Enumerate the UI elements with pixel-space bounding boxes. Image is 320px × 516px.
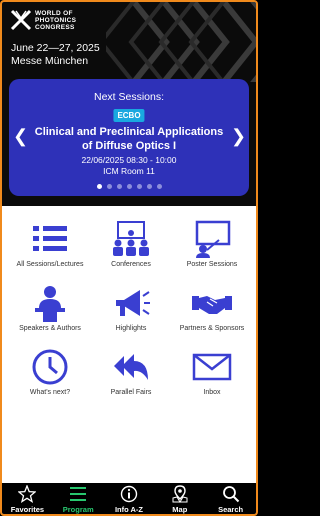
menu-item-label: Highlights bbox=[115, 325, 147, 332]
carousel-dot[interactable] bbox=[126, 184, 132, 189]
carousel-dot[interactable] bbox=[156, 184, 162, 189]
tab-label: Favorites bbox=[10, 505, 45, 514]
bottom-tab-bar: Favorites Program Info A-Z Map Search bbox=[2, 483, 256, 514]
menu-item-label: What's next? bbox=[29, 389, 71, 396]
tab-label: Map bbox=[172, 505, 188, 514]
tab-label: Info A-Z bbox=[114, 505, 144, 514]
carousel-dot[interactable] bbox=[96, 184, 102, 189]
menu-item-inbox[interactable]: Inbox bbox=[170, 340, 254, 420]
carousel-dot[interactable] bbox=[116, 184, 122, 189]
carousel-dot[interactable] bbox=[146, 184, 152, 189]
carousel-dot[interactable] bbox=[136, 184, 142, 189]
tab-label: Search bbox=[218, 505, 244, 514]
poster-icon bbox=[195, 220, 231, 258]
tab-program[interactable]: Program bbox=[53, 483, 104, 514]
session-track-badge: ECBO bbox=[113, 109, 145, 122]
logo-line: WORLD OF bbox=[35, 9, 73, 17]
app-header: WORLD OF PHOTONICS CONGRESS June 22—27, … bbox=[2, 2, 256, 206]
tab-label: Program bbox=[62, 505, 94, 514]
app-frame: WORLD OF PHOTONICS CONGRESS June 22—27, … bbox=[0, 0, 258, 516]
logo-line: CONGRESS bbox=[35, 23, 75, 31]
next-session-card[interactable]: Next Sessions: ECBO Clinical and Preclin… bbox=[9, 79, 249, 196]
menu-item-whats-next[interactable]: What's next? bbox=[8, 340, 92, 420]
info-icon bbox=[120, 485, 138, 503]
carousel-dot[interactable] bbox=[106, 184, 112, 189]
logo-line: PHOTONICS bbox=[35, 16, 77, 24]
menu-item-label: Speakers & Authors bbox=[19, 325, 81, 332]
menu-item-label: Poster Sessions bbox=[186, 261, 238, 268]
header-pattern bbox=[106, 2, 256, 82]
session-room: ICM Room 11 bbox=[103, 166, 155, 176]
reply-all-icon bbox=[114, 354, 148, 380]
chevron-left-icon[interactable]: ❮ bbox=[13, 127, 28, 145]
menu-item-label: All Sessions/Lectures bbox=[16, 261, 84, 268]
list-icon bbox=[33, 226, 67, 251]
handshake-icon bbox=[192, 296, 232, 314]
envelope-icon bbox=[192, 353, 232, 381]
event-logo: WORLD OF PHOTONICS CONGRESS bbox=[10, 9, 76, 31]
clock-icon bbox=[32, 349, 68, 385]
tab-map[interactable]: Map bbox=[154, 483, 205, 514]
star-icon bbox=[18, 485, 37, 503]
session-datetime: 22/06/2025 08:30 - 10:00 bbox=[81, 155, 177, 165]
megaphone-icon bbox=[116, 290, 150, 316]
chevron-right-icon[interactable]: ❯ bbox=[231, 127, 246, 145]
tab-favorites[interactable]: Favorites bbox=[2, 483, 53, 514]
conference-icon bbox=[113, 221, 149, 256]
tab-search[interactable]: Search bbox=[205, 483, 256, 514]
next-sessions-label: Next Sessions: bbox=[93, 91, 165, 103]
program-menu-grid: All Sessions/Lectures Conferences Poster… bbox=[2, 206, 256, 482]
session-title[interactable]: Clinical and Preclinical Applications of… bbox=[31, 126, 227, 153]
carousel-pagination bbox=[9, 184, 249, 189]
logo-mark-icon bbox=[10, 9, 32, 31]
hamburger-icon bbox=[70, 487, 87, 501]
speaker-icon bbox=[35, 286, 65, 322]
tab-info-a-z[interactable]: Info A-Z bbox=[104, 483, 155, 514]
logo-text: WORLD OF PHOTONICS CONGRESS bbox=[35, 10, 76, 31]
event-location: Messe München bbox=[11, 55, 89, 67]
menu-item-label: Partners & Sponsors bbox=[179, 325, 245, 332]
menu-item-label: Parallel Fairs bbox=[110, 389, 152, 396]
menu-item-label: Conferences bbox=[111, 261, 151, 268]
event-dates: June 22—27, 2025 bbox=[11, 42, 100, 54]
search-icon bbox=[222, 486, 239, 503]
map-pin-icon bbox=[172, 485, 188, 503]
menu-item-parallel-fairs[interactable]: Parallel Fairs bbox=[89, 340, 173, 420]
menu-item-label: Inbox bbox=[203, 389, 221, 396]
